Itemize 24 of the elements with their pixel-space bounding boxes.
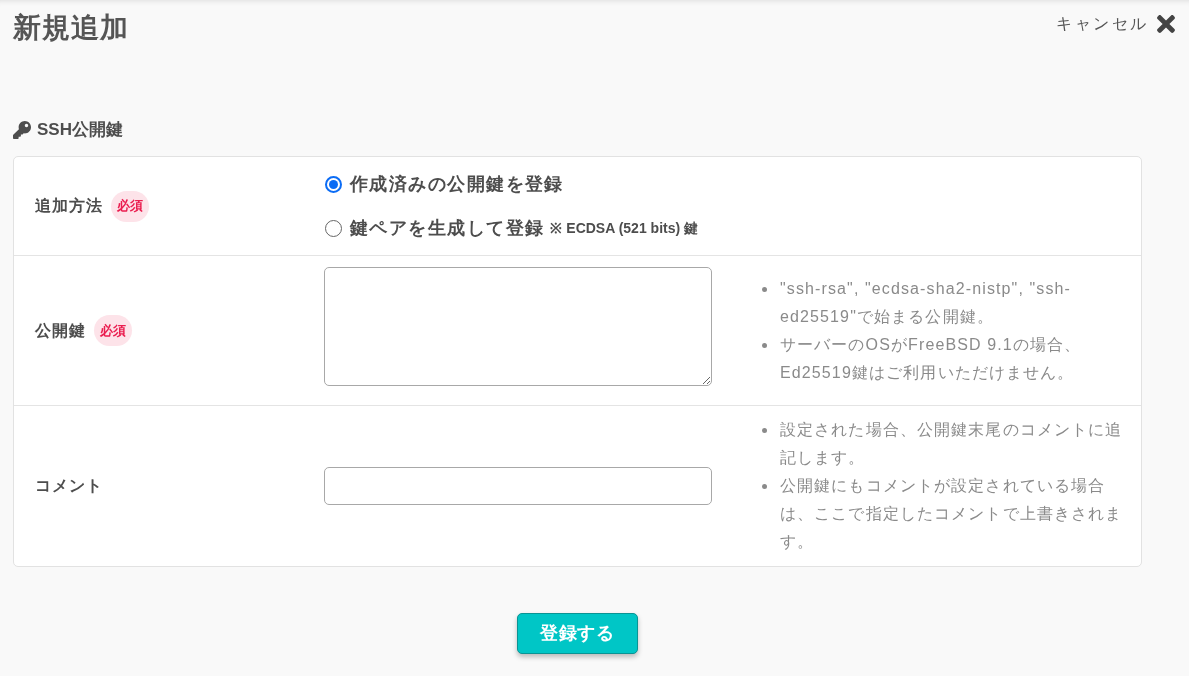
cancel-button[interactable]: キャンセル: [1056, 10, 1179, 38]
page-title: 新規追加: [13, 11, 130, 45]
required-badge: 必須: [110, 190, 149, 222]
field-label: 追加方法: [35, 196, 103, 216]
bullet-icon: [762, 484, 767, 489]
hint-text: 公開鍵にもコメントが設定されている場合は、ここで指定したコメントで上書きされます。: [780, 476, 1124, 552]
bullet-icon: [762, 286, 767, 292]
bullet-icon: [762, 428, 767, 433]
radio-button[interactable]: [325, 175, 342, 193]
key-icon: [13, 121, 31, 139]
option-note: ※ ECDSA (521 bits) 鍵: [550, 219, 699, 238]
public-key-field[interactable]: [324, 266, 712, 386]
option-label: 作成済みの公開鍵を登録: [350, 173, 564, 196]
hint-text: サーバーのOSがFreeBSD 9.1の場合、Ed25519鍵はご利用いただけません。: [780, 334, 1083, 383]
required-badge: 必須: [93, 315, 132, 346]
hint-text: "ssh-rsa", "ecdsa-sha2-nistp", "ssh-ed25519"で始まる公開鍵。: [780, 278, 1073, 327]
radio-button[interactable]: [325, 219, 342, 237]
hint-text: 設定された場合、公開鍵末尾のコメントに追記します。: [780, 420, 1124, 468]
section-title: SSH公開鍵: [37, 119, 123, 142]
field-label: 公開鍵: [35, 320, 86, 341]
field-label: コメント: [35, 476, 103, 496]
comment-field[interactable]: [324, 467, 712, 505]
option-label: 鍵ペアを生成して登録: [350, 217, 545, 240]
bullet-icon: [762, 342, 767, 348]
